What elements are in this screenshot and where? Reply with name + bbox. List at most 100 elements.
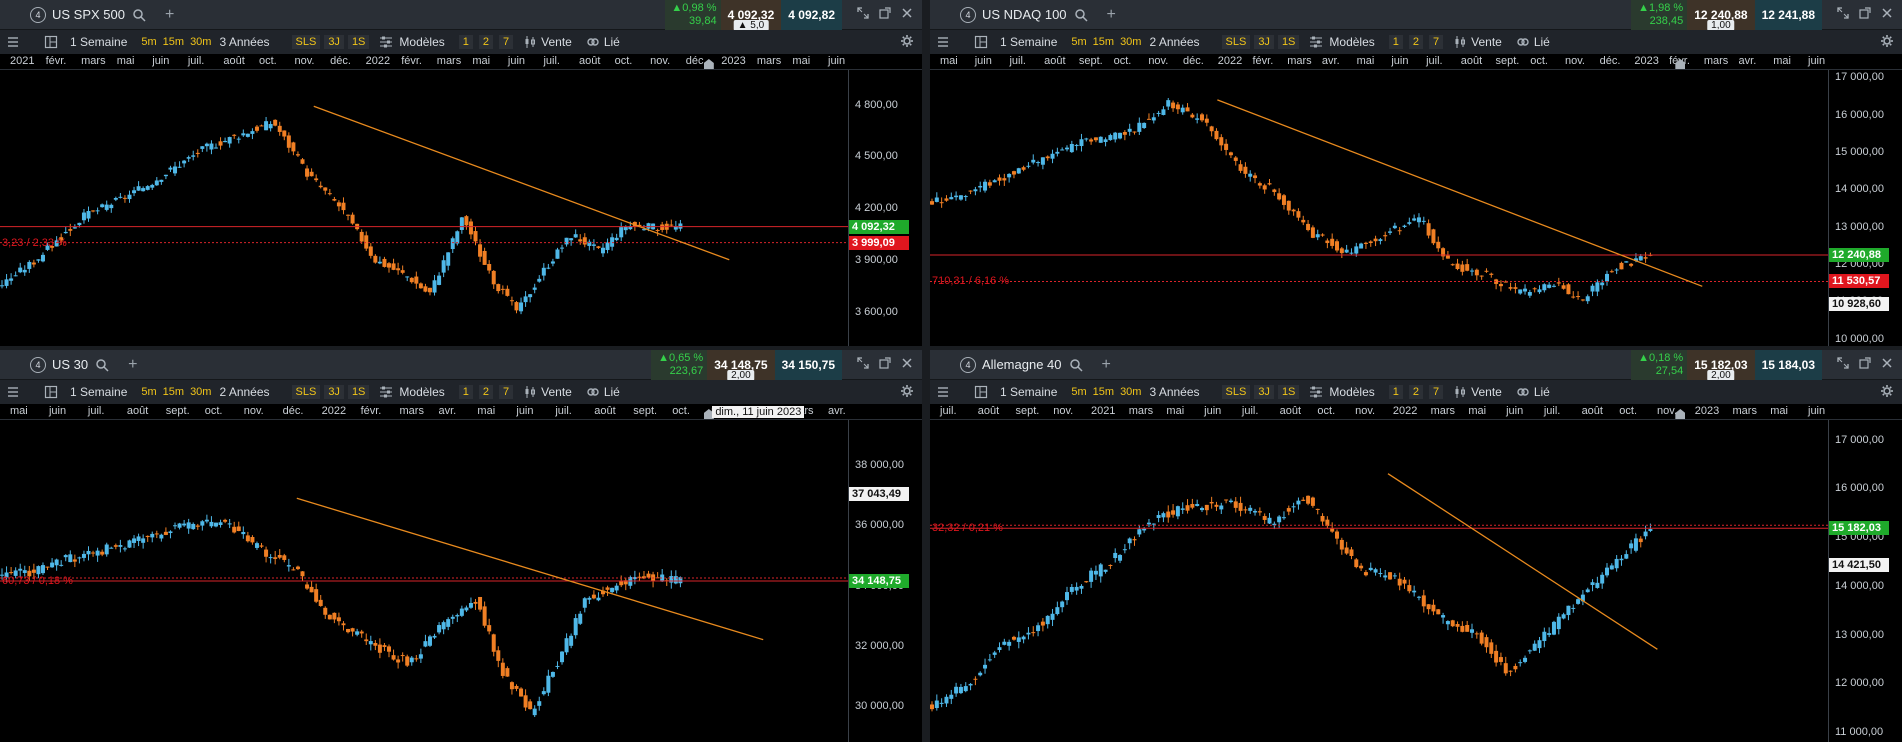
link-icon[interactable]	[586, 35, 600, 49]
close-icon[interactable]	[1880, 356, 1894, 373]
preset-2-button[interactable]: 2	[478, 385, 494, 399]
toolbar-sls-button[interactable]: SLS	[1221, 385, 1251, 399]
interval-selector[interactable]: 1 Semaine	[1000, 35, 1057, 49]
instrument-title[interactable]: US SPX 500	[52, 7, 125, 22]
price-chart[interactable]	[930, 420, 1828, 742]
indicators-icon[interactable]	[379, 385, 393, 399]
timeframe-30m[interactable]: 30m	[1120, 36, 1141, 48]
buy-price-button[interactable]: 4 092,82	[781, 0, 842, 30]
vente-button[interactable]: Vente	[541, 35, 572, 49]
sell-price-button[interactable]: 4 092,32 ▲ 5,0	[720, 0, 782, 31]
add-instrument-icon[interactable]: +	[1107, 6, 1116, 24]
vente-button[interactable]: Vente	[1471, 385, 1502, 399]
panel-divider-vertical[interactable]	[922, 0, 930, 742]
price-axis[interactable]: 4 800,00 4 500,00 4 200,00 3 900,00 3 600,00…	[848, 70, 922, 346]
price-chart[interactable]	[0, 420, 848, 742]
preset-7-button[interactable]: 7	[1429, 385, 1444, 399]
menu-icon[interactable]	[6, 35, 20, 49]
preset-1-button[interactable]: 1	[1388, 35, 1403, 49]
add-instrument-icon[interactable]: +	[165, 6, 174, 24]
expand-icon[interactable]	[1836, 356, 1850, 373]
expand-icon[interactable]	[856, 356, 870, 373]
price-axis[interactable]: 17 000,00 16 000,00 15 000,00 14 000,00 13 0…	[1828, 70, 1902, 346]
timeframe-5m[interactable]: 5m	[1071, 386, 1086, 398]
modeles-button[interactable]: Modèles	[399, 385, 444, 399]
close-icon[interactable]	[1880, 6, 1894, 23]
timeframe-5m[interactable]: 5m	[1071, 36, 1086, 48]
buy-price-button[interactable]: 15 184,03	[1754, 350, 1822, 380]
toolbar-3j-button[interactable]: 3J	[324, 35, 344, 49]
search-icon[interactable]	[1073, 7, 1089, 23]
toolbar-1s-button[interactable]: 1S	[347, 35, 370, 49]
close-icon[interactable]	[900, 6, 914, 23]
preset-1-button[interactable]: 1	[1388, 385, 1403, 399]
timeframe-5m[interactable]: 5m	[141, 36, 156, 48]
price-chart[interactable]	[0, 70, 848, 346]
indicators-icon[interactable]	[1309, 35, 1323, 49]
timeframe-15m[interactable]: 15m	[1093, 36, 1114, 48]
gear-icon[interactable]	[1880, 34, 1894, 51]
vente-button[interactable]: Vente	[541, 385, 572, 399]
link-icon[interactable]	[1516, 35, 1530, 49]
timeframe-15m[interactable]: 15m	[163, 386, 184, 398]
sell-price-button[interactable]: 12 240,88 1,00	[1687, 0, 1755, 31]
close-icon[interactable]	[900, 356, 914, 373]
popout-icon[interactable]	[878, 356, 892, 373]
preset-2-button[interactable]: 2	[478, 35, 494, 49]
timeframe-15m[interactable]: 15m	[163, 36, 184, 48]
menu-icon[interactable]	[936, 385, 950, 399]
range-selector[interactable]: 3 Années	[1149, 385, 1199, 399]
lie-button[interactable]: Lié	[604, 35, 620, 49]
lie-button[interactable]: Lié	[604, 385, 620, 399]
toolbar-3j-button[interactable]: 3J	[324, 385, 344, 399]
panel-divider-horizontal[interactable]	[0, 346, 1902, 350]
toolbar-1s-button[interactable]: 1S	[1277, 35, 1300, 49]
expand-icon[interactable]	[856, 6, 870, 23]
toolbar-sls-button[interactable]: SLS	[291, 35, 321, 49]
search-icon[interactable]	[131, 7, 147, 23]
add-instrument-icon[interactable]: +	[1102, 356, 1111, 374]
indicators-icon[interactable]	[1309, 385, 1323, 399]
link-group-badge[interactable]: 4	[960, 6, 976, 23]
instrument-title[interactable]: US 30	[52, 357, 88, 372]
preset-2-button[interactable]: 2	[1408, 385, 1424, 399]
link-group-badge[interactable]: 4	[960, 356, 976, 373]
link-icon[interactable]	[586, 385, 600, 399]
popout-icon[interactable]	[1858, 356, 1872, 373]
timeframe-15m[interactable]: 15m	[1093, 386, 1114, 398]
price-chart[interactable]	[930, 70, 1828, 346]
lie-button[interactable]: Lié	[1534, 35, 1550, 49]
range-selector[interactable]: 2 Années	[1149, 35, 1199, 49]
toolbar-1s-button[interactable]: 1S	[1277, 385, 1300, 399]
layout-icon[interactable]	[44, 35, 58, 49]
candle-icon[interactable]	[1453, 385, 1467, 399]
preset-1-button[interactable]: 1	[458, 385, 473, 399]
preset-7-button[interactable]: 7	[1429, 35, 1444, 49]
preset-2-button[interactable]: 2	[1408, 35, 1424, 49]
link-group-badge[interactable]: 4	[30, 356, 46, 373]
popout-icon[interactable]	[1858, 6, 1872, 23]
price-axis[interactable]: 38 000,0036 000,0034 000,0032 000,0030 0…	[848, 420, 922, 742]
add-instrument-icon[interactable]: +	[128, 356, 137, 374]
range-selector[interactable]: 2 Années	[219, 385, 269, 399]
layout-icon[interactable]	[974, 35, 988, 49]
timeframe-30m[interactable]: 30m	[190, 386, 211, 398]
toolbar-3j-button[interactable]: 3J	[1254, 35, 1274, 49]
toolbar-sls-button[interactable]: SLS	[1221, 35, 1251, 49]
price-axis[interactable]: 17 000,00 16 000,00 15 000,00 14 000,00 13 0…	[1828, 420, 1902, 742]
candle-icon[interactable]	[1453, 35, 1467, 49]
buy-price-button[interactable]: 34 150,75	[774, 350, 842, 380]
gear-icon[interactable]	[900, 34, 914, 51]
modeles-button[interactable]: Modèles	[1329, 385, 1374, 399]
instrument-title[interactable]: Allemagne 40	[982, 357, 1062, 372]
candle-icon[interactable]	[523, 35, 537, 49]
menu-icon[interactable]	[936, 35, 950, 49]
interval-selector[interactable]: 1 Semaine	[1000, 385, 1057, 399]
toolbar-sls-button[interactable]: SLS	[291, 385, 321, 399]
range-selector[interactable]: 3 Années	[219, 35, 269, 49]
preset-1-button[interactable]: 1	[458, 35, 473, 49]
layout-icon[interactable]	[974, 385, 988, 399]
preset-7-button[interactable]: 7	[499, 35, 514, 49]
toolbar-1s-button[interactable]: 1S	[347, 385, 370, 399]
search-icon[interactable]	[94, 357, 110, 373]
